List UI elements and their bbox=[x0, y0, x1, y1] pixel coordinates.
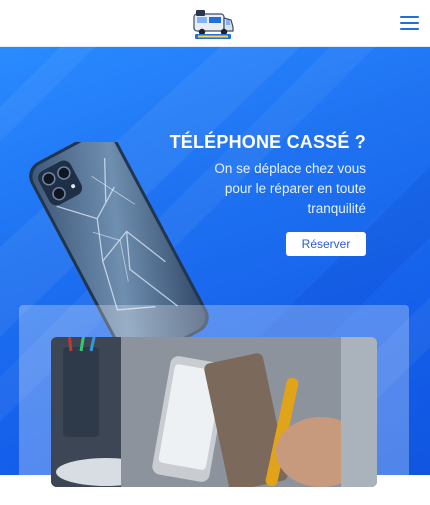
hero-subtitle-line: pour le réparer en toute bbox=[224, 181, 366, 196]
book-button[interactable]: Réserver bbox=[286, 232, 366, 256]
repair-van-logo-icon[interactable] bbox=[190, 6, 236, 40]
menu-bar bbox=[400, 16, 419, 18]
hero-subtitle-line: On se déplace chez vous bbox=[214, 161, 366, 176]
hero-text-block: TÉLÉPHONE CASSÉ ? On se déplace chez vou… bbox=[146, 131, 366, 219]
hero-subtitle: On se déplace chez vous pour le réparer … bbox=[146, 159, 366, 219]
top-navbar bbox=[0, 0, 430, 47]
hero-title: TÉLÉPHONE CASSÉ ? bbox=[169, 132, 366, 152]
menu-bar bbox=[400, 22, 419, 24]
hamburger-menu-icon[interactable] bbox=[400, 15, 419, 31]
hero-subtitle-line: tranquilité bbox=[307, 201, 366, 216]
phone-repair-photo-icon bbox=[51, 337, 377, 487]
menu-bar bbox=[400, 28, 419, 30]
